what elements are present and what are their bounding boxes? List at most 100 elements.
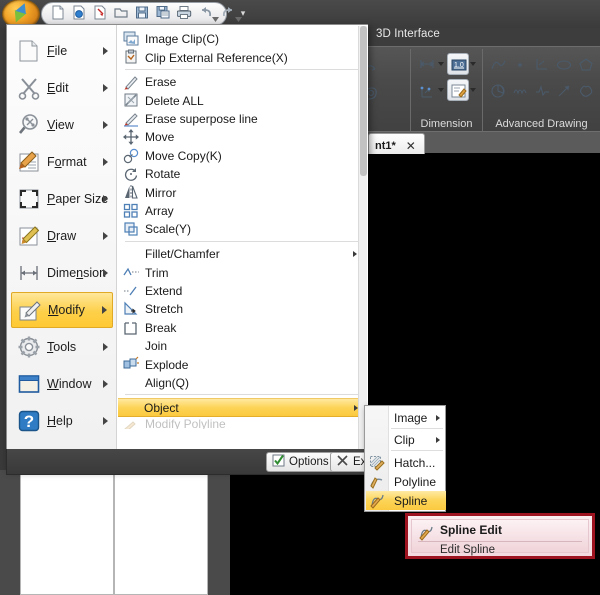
ellipse-tool-icon[interactable]: [552, 53, 574, 75]
stretch-icon: [123, 301, 139, 317]
document-tab[interactable]: nt1* ✕: [368, 133, 425, 154]
solid-extrude-icon[interactable]: [596, 79, 600, 101]
dimension-style-dropdown[interactable]: [469, 53, 478, 73]
open-folder-icon[interactable]: [113, 4, 130, 21]
menu-item-break[interactable]: Break: [119, 319, 365, 337]
save-as-icon[interactable]: [155, 4, 172, 21]
leader-arrow-icon[interactable]: [552, 79, 574, 101]
submenu-item-spline[interactable]: Spline: [366, 491, 446, 510]
submenu-item-hatch[interactable]: Hatch...: [366, 453, 446, 472]
menu-separator: [125, 69, 361, 70]
menu-item-mirror[interactable]: Mirror: [119, 183, 365, 201]
menu-item-delete-all[interactable]: Delete ALL: [119, 91, 365, 109]
linear-dimension-icon[interactable]: [415, 53, 437, 75]
submenu-item-label: Polyline: [394, 474, 437, 489]
sidebar-item-format[interactable]: Format: [11, 144, 113, 180]
wave-line-icon[interactable]: [508, 79, 530, 101]
zigzag-line-icon[interactable]: [530, 79, 552, 101]
sidebar-item-paper-size[interactable]: Paper Size: [11, 181, 113, 217]
chevron-right-icon: [436, 436, 440, 443]
revision-cloud-icon[interactable]: [596, 53, 600, 75]
chevron-right-icon: [103, 417, 108, 425]
print-icon[interactable]: [176, 4, 193, 21]
sidebar-item-label: Edit: [47, 81, 69, 95]
linear-dimension-dropdown[interactable]: [437, 53, 446, 73]
close-x-icon: [336, 454, 349, 470]
menu-item-align[interactable]: Align(Q): [119, 374, 365, 392]
sidebar-item-view[interactable]: View: [11, 107, 113, 143]
spline-edit-tooltip: Spline Edit Edit Spline: [405, 513, 595, 559]
submenu-item-clip[interactable]: Clip: [366, 430, 446, 449]
spline-tool-icon[interactable]: [486, 53, 508, 75]
eraser-icon: [123, 74, 139, 90]
sidebar-item-draw[interactable]: Draw: [11, 218, 113, 254]
undo-dropdown-caret[interactable]: [212, 11, 219, 22]
close-icon[interactable]: ✕: [406, 139, 416, 153]
ordinate-dimension-icon[interactable]: [415, 79, 437, 101]
chevron-right-icon: [103, 195, 108, 203]
menu-item-extend[interactable]: Extend: [119, 282, 365, 300]
menu-item-clip-external-reference[interactable]: Clip External Reference(X): [119, 48, 365, 66]
chevron-right-icon: [103, 158, 108, 166]
menu-item-label: Break: [145, 320, 177, 335]
submenu-item-polyline[interactable]: Polyline: [366, 472, 446, 491]
sidebar-item-dimension[interactable]: Dimension: [11, 255, 113, 291]
open-image-icon[interactable]: [71, 4, 88, 21]
chevron-right-icon: [103, 343, 108, 351]
menu-item-scale[interactable]: Scale(Y): [119, 220, 365, 238]
free-shape-icon[interactable]: [574, 79, 596, 101]
menu-item-label: Explode: [145, 357, 189, 372]
sidebar-item-label: Dimension: [47, 266, 107, 280]
paper-sheet-left[interactable]: [20, 473, 114, 595]
menu-item-join[interactable]: Join: [119, 337, 365, 355]
menu-item-array[interactable]: Array: [119, 202, 365, 220]
construction-line-icon[interactable]: [530, 53, 552, 75]
submenu-item-image[interactable]: Image: [366, 408, 446, 427]
edit-dimension-text-dropdown[interactable]: [469, 79, 478, 99]
options-button[interactable]: Options: [266, 452, 337, 472]
gear-icon: [17, 335, 41, 359]
menu-item-label: Move: [145, 130, 175, 145]
application-menu-footer: Options Exit: [6, 449, 381, 475]
menu-scrollbar-thumb[interactable]: [360, 26, 367, 176]
ordinate-dimension-dropdown[interactable]: [437, 79, 446, 99]
import-icon[interactable]: [92, 4, 109, 21]
new-file-icon[interactable]: [50, 4, 67, 21]
menu-item-erase[interactable]: Erase: [119, 73, 365, 91]
menu-item-image-clip[interactable]: Image Clip(C): [119, 30, 365, 48]
menu-item-move[interactable]: Move: [119, 128, 365, 146]
sidebar-item-file[interactable]: File: [11, 33, 113, 69]
menu-item-stretch[interactable]: Stretch: [119, 300, 365, 318]
edit-dimension-text-icon[interactable]: [447, 79, 469, 101]
menu-item-trim[interactable]: Trim: [119, 263, 365, 281]
sidebar-item-modify[interactable]: Modify: [11, 292, 113, 328]
menu-item-label: Stretch: [145, 302, 184, 317]
pie-slice-icon[interactable]: [486, 79, 508, 101]
menu-item-move-copy[interactable]: Move Copy(K): [119, 147, 365, 165]
menu-item-object[interactable]: Object: [118, 398, 366, 417]
ribbon-tab-3d-interface[interactable]: 3D Interface: [376, 28, 440, 46]
clip-xref-icon: [123, 49, 139, 65]
save-icon[interactable]: [134, 4, 151, 21]
application-menu: File Edit View Format Paper Size Draw Di…: [6, 24, 368, 469]
menu-item-partial[interactable]: Modify Polyline: [119, 419, 365, 429]
quick-access-more-icon[interactable]: ▾: [238, 9, 248, 18]
modify-icon: [18, 299, 42, 323]
paper-sheet-right[interactable]: [114, 473, 208, 595]
menu-scrollbar-vertical[interactable]: [358, 26, 367, 454]
menu-item-rotate[interactable]: Rotate: [119, 165, 365, 183]
sidebar-item-help[interactable]: ? Help: [11, 403, 113, 439]
sidebar-item-window[interactable]: Window: [11, 366, 113, 402]
menu-item-label: Array: [145, 203, 174, 218]
menu-item-explode[interactable]: Explode: [119, 355, 365, 373]
menu-item-erase-superpose-line[interactable]: Erase superpose line: [119, 110, 365, 128]
sidebar-item-edit[interactable]: Edit: [11, 70, 113, 106]
chevron-right-icon: [102, 306, 107, 314]
polygon-tool-icon[interactable]: [574, 53, 596, 75]
ribbon-panel-dimension: 1.0 Dimension: [410, 49, 482, 131]
point-tool-icon[interactable]: [508, 53, 530, 75]
dimension-style-icon[interactable]: 1.0: [447, 53, 469, 75]
menu-item-fillet-chamfer[interactable]: Fillet/Chamfer: [119, 245, 365, 263]
rotate-icon: [123, 166, 139, 182]
sidebar-item-tools[interactable]: Tools: [11, 329, 113, 365]
